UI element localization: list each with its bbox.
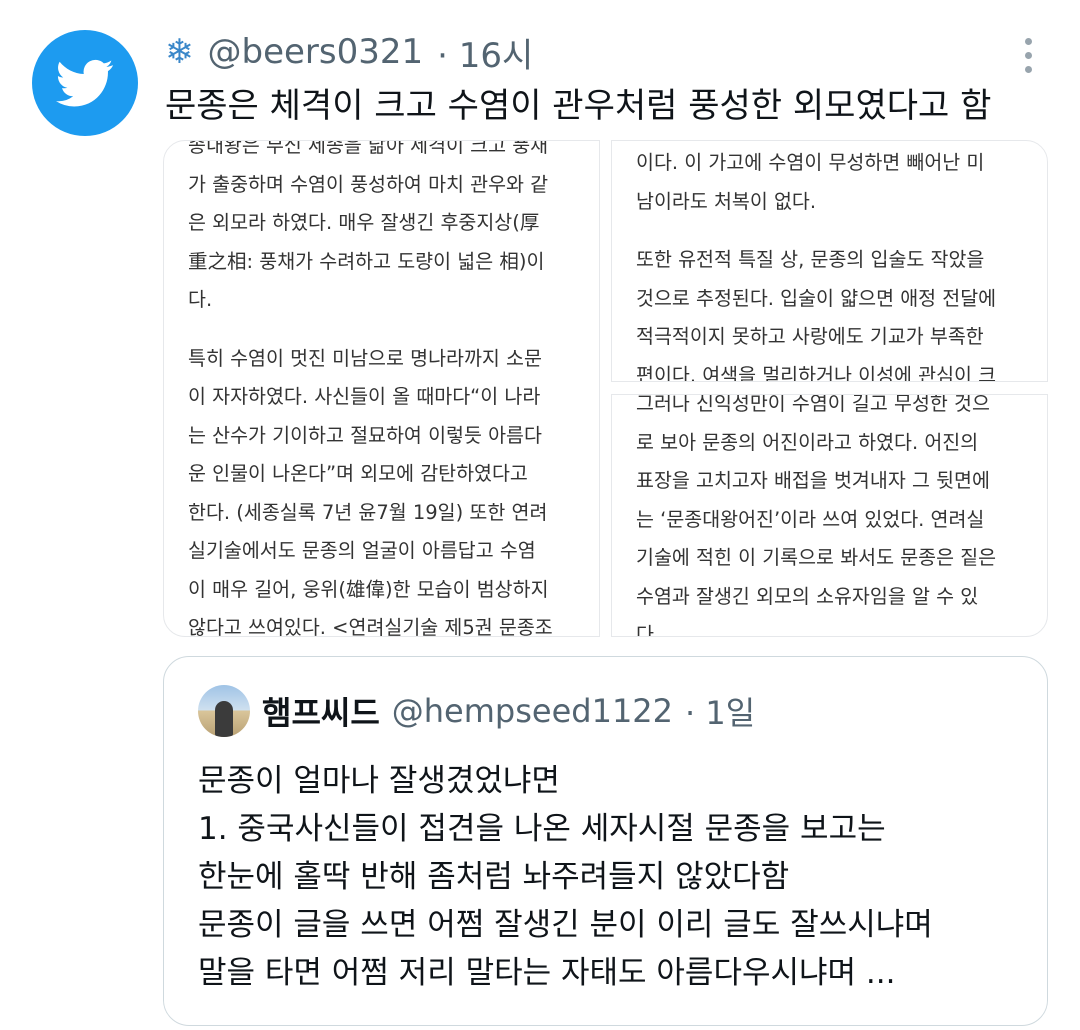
text-line: 다. <box>188 288 213 311</box>
text-line: 이 자자하였다. 사신들이 올 때마다“이 나라 <box>188 385 541 408</box>
scanned-text: 종내왕은 부신 세종을 닮아 제격이 크고 풍채가 출중하며 수염이 풍성하여 … <box>188 140 587 637</box>
twitter-bird-icon <box>56 59 114 107</box>
text-line: 특히 수염이 멋진 미남으로 명나라까지 소문 <box>188 346 542 370</box>
text-line: 문종이 얼마나 잘생겼었냐면 <box>198 763 560 799</box>
text-line: 표장을 고치고자 배접을 벗겨내자 그 뒷면에 <box>636 469 990 492</box>
quoted-tweet[interactable]: 햄프씨드 @hempseed1122 · 1일 문종이 얼마나 잘생겼었냐면 1.… <box>163 656 1048 1026</box>
text-line: 또한 유전적 특질 상, 문종의 입술도 작았을 <box>636 248 985 271</box>
text-line: 다. <box>636 623 661 637</box>
media-image-1[interactable]: 종내왕은 부신 세종을 닮아 제격이 크고 풍채가 출중하며 수염이 풍성하여 … <box>163 140 600 637</box>
text-line: 말을 타면 어쩜 저리 말타는 자태도 아름다우시냐며 ... <box>198 955 896 991</box>
text-line: 重之相: 풍채가 수려하고 도량이 넓은 相)이 <box>188 249 545 273</box>
media-image-2[interactable]: 이다. 이 가고에 수염이 무성하면 빼어난 미남이라도 처복이 없다. 또한 유… <box>611 140 1048 382</box>
scanned-text: 이다. 이 가고에 수염이 무성하면 빼어난 미남이라도 처복이 없다. 또한 유… <box>636 144 1035 382</box>
tweet-text: 문종은 체격이 크고 수염이 관우처럼 풍성한 외모였다고 함 <box>165 86 992 126</box>
text-line: 문종이 글을 쓰면 어쩜 잘생긴 분이 이리 글도 잘쓰시냐며 <box>198 907 933 943</box>
text-line: 기술에 적힌 이 기록으로 봐서도 문종은 짙은 <box>636 546 997 569</box>
more-options-icon[interactable] <box>1016 34 1040 77</box>
quoted-tweet-header: 햄프씨드 @hempseed1122 · 1일 <box>198 685 755 737</box>
tweet-header: ❄ @beers0321 · 16시 <box>165 28 533 77</box>
text-line: 이다. 이 가고에 수염이 무성하면 빼어난 미 <box>636 151 985 174</box>
avatar[interactable] <box>198 685 250 737</box>
tweet-card[interactable]: ❄ @beers0321 · 16시 문종은 체격이 크고 수염이 관우처럼 풍… <box>0 0 1080 1030</box>
text-line: 편이다. 여색을 멀리하거나 이성에 관심이 크 <box>636 363 997 382</box>
quoted-author-name[interactable]: 햄프씨드 <box>262 688 380 734</box>
text-line: 가 출중하며 수염이 풍성하여 마치 관우와 같 <box>188 172 549 196</box>
text-line: 로 보아 문종의 어진이라고 하였다. 어진의 <box>636 430 979 454</box>
text-line: 적극적이지 못하고 사랑에도 기교가 부족한 <box>636 325 984 348</box>
text-line: 운 인물이 나온다”며 외모에 감탄하였다고 <box>188 462 528 485</box>
quoted-tweet-text: 문종이 얼마나 잘생겼었냐면 1. 중국사신들이 접견을 나온 세자시절 문종을 … <box>198 757 1027 997</box>
text-line: 이 매우 길어, 웅위(雄偉)한 모습이 범상하지 <box>188 577 549 601</box>
quoted-tweet-time[interactable]: · 1일 <box>685 688 755 734</box>
text-line: 한다. (세종실록 7년 윤7월 19일) 또한 연려 <box>188 500 548 524</box>
text-line: 은 외모라 하였다. 매우 잘생긴 후중지상(厚 <box>188 211 540 234</box>
author-handle[interactable]: @beers0321 <box>208 32 424 72</box>
text-line: 것으로 추정된다. 입술이 얇으면 애정 전달에 <box>636 286 997 310</box>
media-grid: 종내왕은 부신 세종을 닮아 제격이 크고 풍채가 출중하며 수염이 풍성하여 … <box>163 140 1048 637</box>
text-line: 는 ‘문종대왕어진’이라 쓰여 있었다. 연려실 <box>636 507 985 531</box>
text-line: 그러나 신익성만이 수염이 길고 무성한 것으 <box>636 394 990 415</box>
quoted-author-handle[interactable]: @hempseed1122 <box>392 692 673 730</box>
snowflake-icon: ❄ <box>165 32 194 72</box>
text-line: 않다고 쓰여있다. <연려실기술 제5권 문종조 <box>188 616 553 637</box>
text-line: 남이라도 처복이 없다. <box>636 189 817 213</box>
avatar[interactable] <box>32 30 138 136</box>
text-line: 종내왕은 부신 세종을 닮아 제격이 크고 풍채 <box>188 140 549 157</box>
text-line: 1. 중국사신들이 접견을 나온 세자시절 문종을 보고는 <box>198 811 886 847</box>
scanned-text: 그러나 신익성만이 수염이 길고 무성한 것으로 보아 문종의 어진이라고 하였… <box>636 394 1035 637</box>
text-line: 는 산수가 기이하고 절묘하여 이렇듯 아름다 <box>188 423 542 447</box>
tweet-time[interactable]: · 16시 <box>437 28 533 77</box>
media-image-3[interactable]: 그러나 신익성만이 수염이 길고 무성한 것으로 보아 문종의 어진이라고 하였… <box>611 394 1048 637</box>
text-line: 한눈에 홀딱 반해 좀처럼 놔주려들지 않았다함 <box>198 859 790 895</box>
text-line: 실기술에서도 문종의 얼굴이 아름답고 수염 <box>188 539 536 562</box>
text-line: 수염과 잘생긴 외모의 소유자임을 알 수 있 <box>636 584 979 608</box>
